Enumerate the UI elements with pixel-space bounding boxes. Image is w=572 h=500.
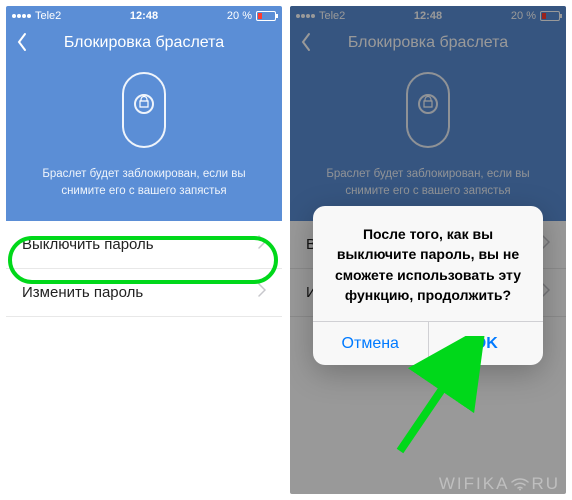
back-button[interactable] [16,32,28,52]
bracelet-icon [122,72,166,148]
hero-text: Браслет будет заблокирован, если вы сним… [26,166,262,201]
watermark: WIFIKA RU [439,474,560,494]
cancel-button[interactable]: Отмена [313,322,428,365]
screenshot-left: Tele2 12:48 20 % Блокировка браслета [6,6,282,494]
row-label: Изменить пароль [22,284,143,301]
row-label: Выключить пароль [22,236,154,253]
change-password-row[interactable]: Изменить пароль [6,269,282,317]
battery-icon [256,11,276,21]
wifi-icon [511,476,529,496]
battery-percent: 20 % [227,10,252,22]
hero: Браслет будет заблокирован, если вы сним… [6,66,282,221]
dialog-message: После того, как вы выключите пароль, вы … [313,206,543,321]
lock-icon [139,95,149,113]
status-bar: Tele2 12:48 20 % [6,6,282,26]
chevron-right-icon [258,235,266,253]
settings-list: Выключить пароль Изменить пароль [6,221,282,317]
ok-button[interactable]: OK [428,322,544,365]
confirm-dialog: После того, как вы выключите пароль, вы … [313,206,543,365]
page-title: Блокировка браслета [6,34,282,52]
screenshot-right: Tele2 12:48 20 % Блокировка браслета [290,6,566,494]
chevron-right-icon [258,283,266,301]
page-header: Блокировка браслета [6,26,282,66]
disable-password-row[interactable]: Выключить пароль [6,221,282,269]
